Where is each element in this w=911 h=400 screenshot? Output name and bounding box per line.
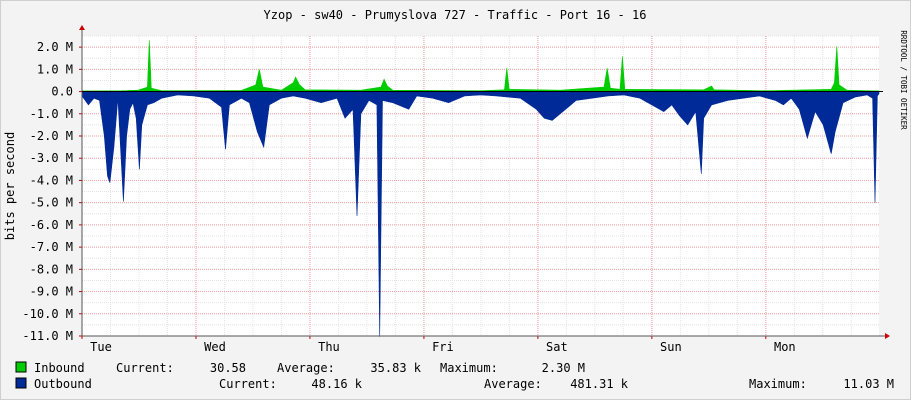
legend-outbound-maximum-label: Maximum: xyxy=(749,377,807,391)
y-tick-label: -5.0 M xyxy=(30,196,73,210)
x-tick-label: Tue xyxy=(90,340,112,354)
y-tick-label: 1.0 M xyxy=(37,62,73,76)
y-tick-label: -9.0 M xyxy=(30,285,73,299)
y-tick-label: -3.0 M xyxy=(30,151,73,165)
legend-inbound-current-label: Current: xyxy=(116,361,174,375)
legend-inbound-maximum-label: Maximum: xyxy=(440,361,498,375)
legend-swatch-inbound xyxy=(15,361,27,373)
y-axis-label: bits per second xyxy=(3,132,17,240)
x-tick-label: Mon xyxy=(774,340,796,354)
legend-inbound-name: Inbound xyxy=(34,361,85,375)
legend-inbound-average-label: Average: xyxy=(277,361,335,375)
y-tick-label: 0.0 xyxy=(51,85,73,99)
y-tick-label: 2.0 M xyxy=(37,40,73,54)
legend-outbound-name: Outbound xyxy=(34,377,92,391)
legend-inbound-maximum-value: 2.30 M xyxy=(542,361,585,375)
legend-outbound-current-label: Current: xyxy=(219,377,277,391)
x-tick-label: Fri xyxy=(432,340,454,354)
y-tick-label: -1.0 M xyxy=(30,107,73,121)
y-tick-label: -7.0 M xyxy=(30,240,73,254)
y-tick-label: -11.0 M xyxy=(22,329,73,343)
legend-inbound-current-value: 30.58 xyxy=(210,361,246,375)
legend-inbound-average-value: 35.83 k xyxy=(370,361,421,375)
y-tick-label: -4.0 M xyxy=(30,173,73,187)
legend-outbound-average-label: Average: xyxy=(484,377,542,391)
x-tick-label: Sun xyxy=(660,340,682,354)
legend-swatch-outbound xyxy=(15,377,27,389)
legend-outbound-current-value: 48.16 k xyxy=(311,377,362,391)
y-tick-label: -8.0 M xyxy=(30,262,73,276)
y-tick-label: -2.0 M xyxy=(30,129,73,143)
x-tick-label: Thu xyxy=(318,340,340,354)
watermark: RRDTOOL / TOBI OETIKER xyxy=(899,30,908,130)
chart-title: Yzop - sw40 - Prumyslova 727 - Traffic -… xyxy=(264,8,647,22)
y-tick-label: -10.0 M xyxy=(22,307,73,321)
x-tick-label: Wed xyxy=(204,340,226,354)
y-tick-label: -6.0 M xyxy=(30,218,73,232)
traffic-graph: 2.0 M 1.0 M 0.0 -1.0 M -2.0 M -3.0 M -4.0 M -5.… xyxy=(0,0,911,400)
legend-outbound-maximum-value: 11.03 M xyxy=(843,377,894,391)
x-tick-label: Sat xyxy=(546,340,568,354)
legend-outbound-average-value: 481.31 k xyxy=(570,377,629,391)
